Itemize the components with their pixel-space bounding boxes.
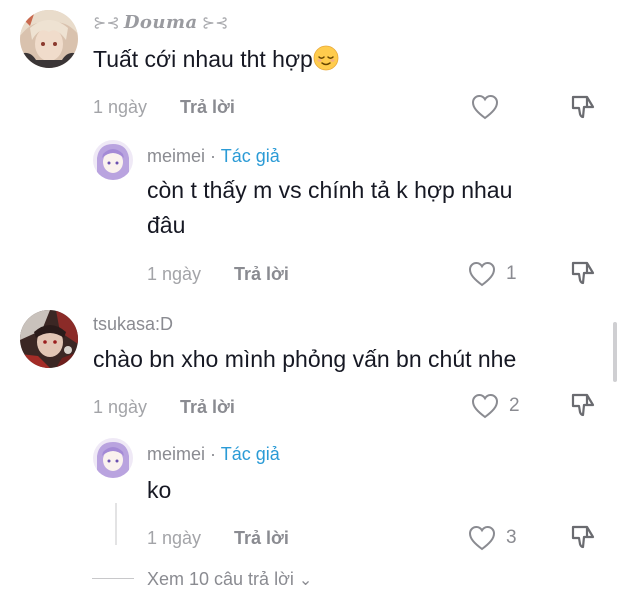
- heart-icon: [468, 261, 496, 287]
- like-button[interactable]: 1: [468, 261, 517, 287]
- like-button[interactable]: 3: [468, 525, 517, 551]
- decor-right-icon: ⊱⊰: [201, 14, 229, 32]
- author-badge: Tác giả: [220, 146, 280, 166]
- comment-text: ko: [147, 477, 172, 503]
- avatar-meimei[interactable]: [93, 438, 133, 478]
- reply-button[interactable]: Trả lời: [180, 97, 235, 118]
- like-count: 2: [509, 395, 520, 416]
- dislike-button[interactable]: [569, 93, 597, 121]
- comment-text: chào bn xho mình phỏng vấn bn chút nhe: [93, 346, 517, 372]
- username-meimei: meimei: [147, 444, 206, 464]
- heart-icon: [471, 393, 499, 419]
- thread-line: [115, 503, 117, 545]
- dislike-icon: [571, 525, 595, 549]
- avatar-tsukasa[interactable]: [20, 310, 78, 368]
- author-badge: Tác giả: [220, 444, 280, 464]
- like-count: 3: [506, 527, 517, 548]
- dislike-icon: [571, 393, 595, 417]
- dislike-button[interactable]: [569, 259, 597, 287]
- like-button[interactable]: [471, 94, 509, 120]
- like-button[interactable]: 2: [471, 393, 520, 419]
- view-more-replies-button[interactable]: Xem 10 câu trả lời ⌄: [147, 569, 312, 590]
- comment-timestamp: 1 ngày: [93, 97, 148, 117]
- comment-timestamp: 1 ngày: [147, 528, 202, 548]
- avatar-meimei[interactable]: [93, 140, 133, 180]
- comment-username[interactable]: tsukasa:D: [93, 314, 173, 335]
- separator-dot: ·: [210, 146, 217, 166]
- dislike-icon: [571, 95, 595, 119]
- reply-button[interactable]: Trả lời: [234, 528, 289, 549]
- comment-text-line: còn t thấy m vs chính tả k hợp nhau: [147, 177, 513, 203]
- scrollbar[interactable]: [613, 322, 617, 382]
- avatar-douma[interactable]: [20, 10, 78, 68]
- comment-username[interactable]: meimei · Tác giả: [147, 444, 280, 465]
- comment-text: còn t thấy m vs chính tả k hợp nhau đâu: [147, 173, 512, 243]
- relieved-emoji-icon: [313, 45, 339, 71]
- comment-text-line: đâu: [147, 212, 186, 238]
- heart-icon: [471, 94, 499, 120]
- dislike-button[interactable]: [569, 391, 597, 419]
- dislike-icon: [571, 261, 595, 285]
- comment-timestamp: 1 ngày: [147, 264, 202, 284]
- like-count: 1: [506, 263, 517, 284]
- comment-username[interactable]: meimei · Tác giả: [147, 146, 280, 167]
- dislike-button[interactable]: [569, 523, 597, 551]
- comment-text: Tuất cới nhau tht hợp: [93, 42, 339, 77]
- username-douma: Douma: [123, 12, 198, 33]
- heart-icon: [468, 525, 496, 551]
- reply-button[interactable]: Trả lời: [234, 264, 289, 285]
- view-more-divider: [92, 578, 134, 579]
- comment-timestamp: 1 ngày: [93, 397, 148, 417]
- reply-button[interactable]: Trả lời: [180, 397, 235, 418]
- chevron-down-icon: ⌄: [298, 572, 313, 589]
- comment-username[interactable]: ⊱⊰ Douma ⊱⊰: [93, 12, 229, 33]
- decor-left-icon: ⊱⊰: [93, 14, 120, 32]
- view-more-label: Xem 10 câu trả lời: [147, 569, 294, 589]
- separator-dot: ·: [210, 444, 217, 464]
- username-meimei: meimei: [147, 146, 206, 166]
